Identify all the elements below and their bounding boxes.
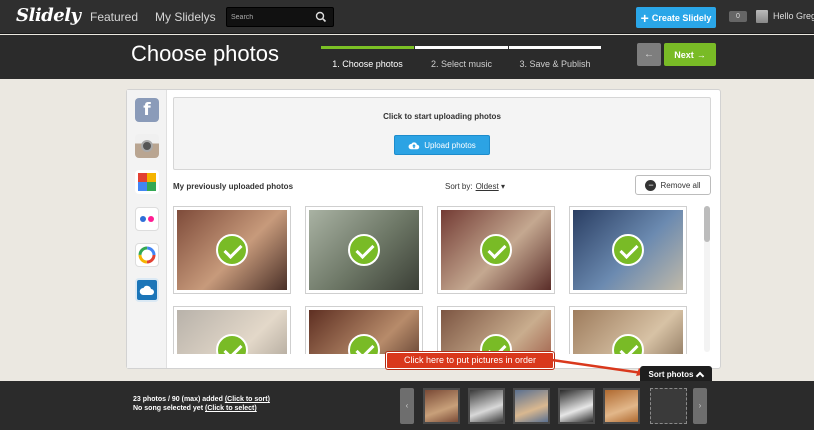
sort-by-label: Sort by: bbox=[445, 182, 473, 191]
step-label: 3. Save & Publish bbox=[519, 59, 591, 69]
instagram-icon[interactable] bbox=[135, 134, 159, 158]
nav-featured-link[interactable]: Featured bbox=[90, 10, 138, 24]
checkmark-icon[interactable] bbox=[612, 234, 644, 266]
search-input[interactable] bbox=[231, 11, 315, 24]
remove-all-label: Remove all bbox=[660, 180, 701, 190]
create-slidely-label: Create Slidely bbox=[651, 12, 712, 23]
strip-photo[interactable] bbox=[468, 388, 505, 424]
photo-thumbnail[interactable] bbox=[173, 206, 291, 294]
strip-photo[interactable] bbox=[423, 388, 460, 424]
sort-hint-callout: Click here to put pictures in order bbox=[386, 352, 554, 369]
step-progress-bar bbox=[415, 46, 508, 49]
picasa-icon[interactable] bbox=[135, 170, 159, 194]
caret-down-icon[interactable]: ▾ bbox=[501, 182, 505, 191]
top-navigation: Slidely Featured My Slidelys + Create Sl… bbox=[0, 0, 814, 34]
page-title: Choose photos bbox=[131, 41, 279, 66]
photo-count-text: 23 photos / 90 (max) added bbox=[133, 396, 223, 403]
step-label: 2. Select music bbox=[430, 59, 493, 69]
user-avatar[interactable] bbox=[756, 10, 768, 23]
photo-thumbnail[interactable] bbox=[305, 206, 423, 294]
cloud-upload-icon[interactable] bbox=[135, 278, 159, 302]
strip-photo[interactable] bbox=[603, 388, 640, 424]
remove-all-button[interactable]: − Remove all bbox=[635, 175, 711, 195]
step-choose-photos: 1. Choose photos bbox=[321, 46, 414, 79]
sort-photos-tab[interactable]: Sort photos bbox=[640, 366, 712, 382]
click-to-sort-link[interactable]: (Click to sort) bbox=[225, 396, 270, 403]
google-photos-icon[interactable] bbox=[135, 243, 159, 267]
back-button[interactable]: ← bbox=[637, 43, 661, 66]
strip-photo[interactable] bbox=[558, 388, 595, 424]
strip-next-button[interactable]: › bbox=[693, 388, 707, 424]
upload-photos-label: Upload photos bbox=[424, 140, 476, 150]
photo-thumbnail[interactable] bbox=[437, 306, 555, 354]
upload-prompt: Click to start uploading photos bbox=[383, 112, 501, 121]
step-progress-bar bbox=[509, 46, 601, 49]
callout-arrow bbox=[551, 358, 647, 376]
song-status-text: No song selected yet bbox=[133, 405, 204, 412]
step-label: 1. Choose photos bbox=[332, 59, 403, 69]
song-status: No song selected yet (Click to select) bbox=[133, 405, 257, 412]
previously-uploaded-heading: My previously uploaded photos bbox=[173, 182, 294, 191]
photo-thumbnail[interactable] bbox=[569, 206, 687, 294]
scrollbar-thumb[interactable] bbox=[704, 206, 710, 242]
upload-photos-button[interactable]: Upload photos bbox=[394, 135, 490, 155]
photo-count-status: 23 photos / 90 (max) added (Click to sor… bbox=[133, 396, 270, 403]
plus-icon: + bbox=[640, 9, 649, 26]
arrow-right-icon: → bbox=[696, 49, 706, 60]
nav-my-slidelys-link[interactable]: My Slidelys bbox=[155, 10, 216, 24]
next-label: Next bbox=[674, 49, 694, 60]
photo-thumbnail[interactable] bbox=[173, 306, 291, 354]
strip-photo[interactable] bbox=[513, 388, 550, 424]
photo-grid bbox=[173, 206, 701, 354]
step-progress-bar bbox=[321, 46, 414, 49]
checkmark-icon[interactable] bbox=[348, 234, 380, 266]
page-header: Choose photos 1. Choose photos 2. Select… bbox=[0, 35, 814, 79]
create-slidely-button[interactable]: + Create Slidely bbox=[636, 7, 716, 28]
sort-photos-label: Sort photos bbox=[648, 369, 694, 379]
photo-thumbnail[interactable] bbox=[437, 206, 555, 294]
next-button[interactable]: Next → bbox=[664, 43, 716, 66]
cloud-upload-icon bbox=[408, 141, 420, 149]
facebook-icon[interactable]: f bbox=[135, 98, 159, 122]
sort-by-control[interactable]: Sort by: Oldest ▾ bbox=[445, 182, 505, 191]
photo-thumbnail[interactable] bbox=[305, 306, 423, 354]
checkmark-icon[interactable] bbox=[216, 234, 248, 266]
step-save-publish: 3. Save & Publish bbox=[509, 46, 601, 79]
search-icon[interactable] bbox=[315, 11, 327, 23]
sort-by-value[interactable]: Oldest bbox=[476, 182, 499, 191]
click-to-select-link[interactable]: (Click to select) bbox=[205, 405, 257, 412]
upload-dropzone[interactable]: Click to start uploading photos Upload p… bbox=[173, 97, 711, 170]
checkmark-icon[interactable] bbox=[480, 234, 512, 266]
selection-bar: 23 photos / 90 (max) added (Click to sor… bbox=[0, 381, 814, 430]
photo-grid-scrollbar[interactable] bbox=[704, 206, 710, 352]
photo-chooser-panel: f Click to start uploading photos Upload… bbox=[126, 89, 721, 369]
strip-prev-button[interactable]: ‹ bbox=[400, 388, 414, 424]
step-select-music: 2. Select music bbox=[415, 46, 508, 79]
search-box bbox=[226, 7, 334, 27]
notifications-badge[interactable]: 0 bbox=[729, 11, 747, 22]
minus-circle-icon: − bbox=[645, 179, 657, 191]
slidely-logo[interactable]: Slidely bbox=[16, 5, 81, 26]
chevron-up-icon bbox=[696, 371, 705, 380]
flickr-icon[interactable] bbox=[135, 207, 159, 231]
photo-thumbnail[interactable] bbox=[569, 306, 687, 354]
user-greeting[interactable]: Hello Greg bbox=[773, 11, 814, 21]
strip-empty-slot bbox=[650, 388, 687, 424]
photo-source-sidebar: f bbox=[127, 90, 167, 368]
